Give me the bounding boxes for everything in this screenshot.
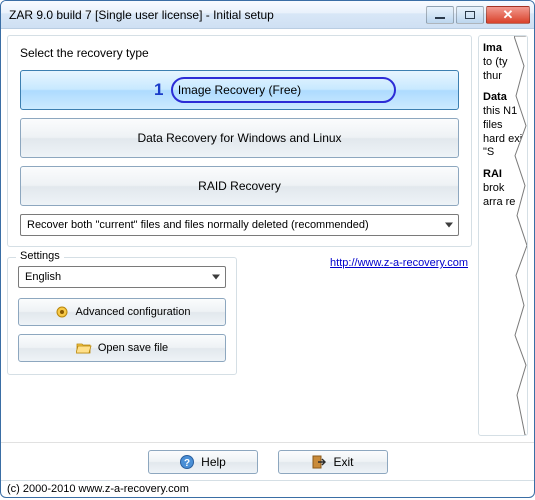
data-recovery-label: Data Recovery for Windows and Linux <box>137 131 341 145</box>
website-link[interactable]: http://www.z-a-recovery.com <box>330 257 468 269</box>
main-column: Select the recovery type 1 Image Recover… <box>7 35 472 436</box>
info-text-1: to (ty thur <box>483 56 507 82</box>
help-button[interactable]: ? Help <box>148 450 258 474</box>
help-icon: ? <box>179 454 195 470</box>
recovery-mode-dropdown[interactable]: Recover both "current" files and files n… <box>20 214 459 236</box>
raid-recovery-label: RAID Recovery <box>198 179 281 193</box>
open-save-file-label: Open save file <box>98 342 168 354</box>
open-save-file-button[interactable]: Open save file <box>18 334 226 362</box>
help-label: Help <box>201 455 226 469</box>
info-heading-1: Ima <box>483 42 502 54</box>
svg-text:?: ? <box>184 458 190 469</box>
window-body: Select the recovery type 1 Image Recover… <box>1 29 534 442</box>
minimize-button[interactable] <box>426 6 454 24</box>
torn-edge-icon <box>514 36 528 435</box>
settings-legend: Settings <box>16 250 64 262</box>
link-area: http://www.z-a-recovery.com <box>249 257 472 275</box>
recovery-mode-value: Recover both "current" files and files n… <box>27 219 369 231</box>
language-value: English <box>25 271 61 283</box>
info-text-3: brok arra re <box>483 182 515 208</box>
raid-recovery-button[interactable]: RAID Recovery <box>20 166 459 206</box>
app-window: ZAR 9.0 build 7 [Single user license] - … <box>0 0 535 498</box>
maximize-icon <box>465 11 475 19</box>
exit-button[interactable]: Exit <box>278 450 388 474</box>
close-button[interactable]: ✕ <box>486 6 530 24</box>
copyright-text: (c) 2000-2010 www.z-a-recovery.com <box>1 480 534 497</box>
window-controls: ✕ <box>426 6 530 24</box>
close-icon: ✕ <box>503 8 514 21</box>
image-recovery-button[interactable]: 1 Image Recovery (Free) <box>20 70 459 110</box>
gear-icon <box>54 304 70 320</box>
titlebar: ZAR 9.0 build 7 [Single user license] - … <box>1 1 534 29</box>
minimize-icon <box>435 17 445 19</box>
language-dropdown[interactable]: English <box>18 266 226 288</box>
exit-icon <box>311 454 327 470</box>
folder-open-icon <box>76 340 92 356</box>
maximize-button[interactable] <box>456 6 484 24</box>
chevron-down-icon <box>445 223 453 228</box>
footer-bar: ? Help Exit <box>1 442 534 480</box>
info-panel: Imato (ty thur Datathis N1 files hard ex… <box>478 35 528 436</box>
annotation-number: 1 <box>154 80 163 100</box>
info-heading-2: Data <box>483 91 507 103</box>
window-title: ZAR 9.0 build 7 [Single user license] - … <box>9 8 426 22</box>
exit-label: Exit <box>333 455 353 469</box>
recovery-type-panel: Select the recovery type 1 Image Recover… <box>7 35 472 247</box>
info-heading-3: RAI <box>483 168 502 180</box>
settings-panel: Settings English Advanced configuration … <box>7 257 237 375</box>
settings-row: Settings English Advanced configuration … <box>7 257 472 375</box>
advanced-config-label: Advanced configuration <box>76 306 191 318</box>
data-recovery-button[interactable]: Data Recovery for Windows and Linux <box>20 118 459 158</box>
chevron-down-icon <box>212 275 220 280</box>
image-recovery-label: Image Recovery (Free) <box>178 83 301 97</box>
select-recovery-label: Select the recovery type <box>20 46 459 60</box>
advanced-config-button[interactable]: Advanced configuration <box>18 298 226 326</box>
